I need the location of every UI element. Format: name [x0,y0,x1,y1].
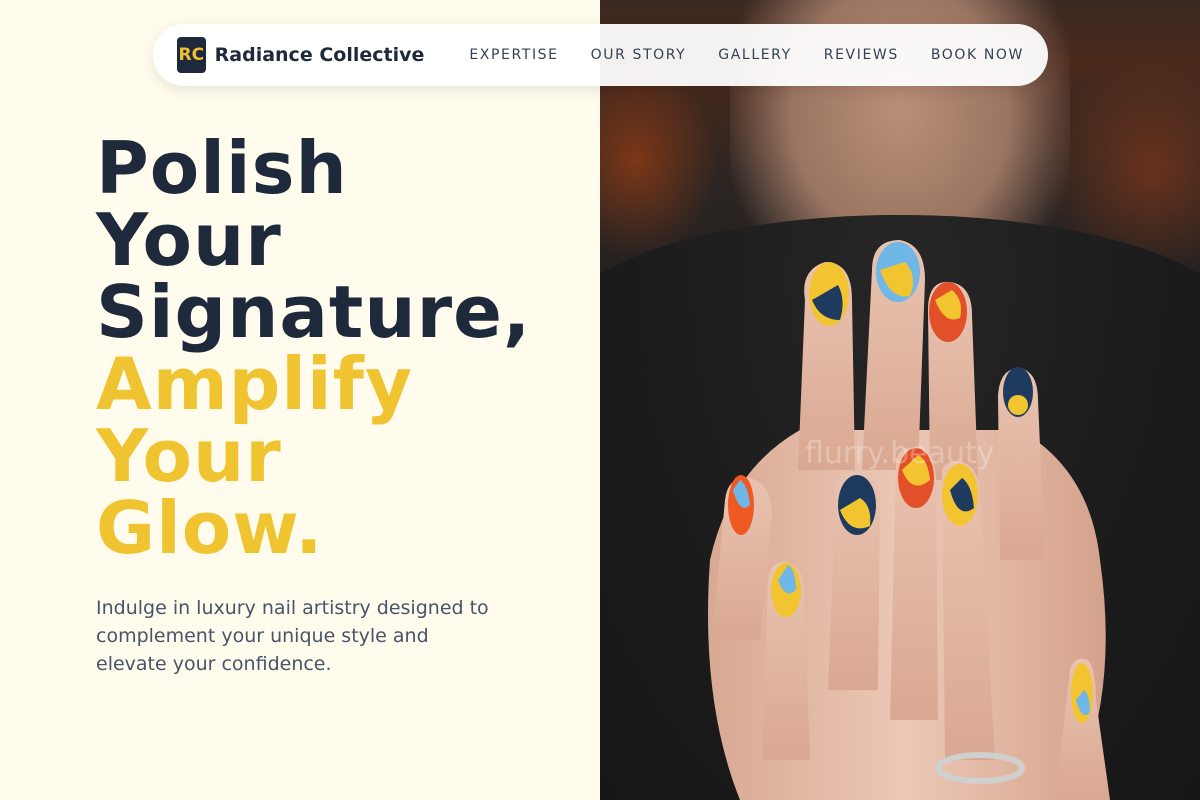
hero-section: Polish Your Signature, Amplify Your Glow… [96,132,576,678]
headline-line: Polish [96,126,348,210]
nav-link-reviews[interactable]: REVIEWS [824,47,899,63]
nav-link-book-now[interactable]: BOOK NOW [931,47,1024,63]
hero-headline: Polish Your Signature, Amplify Your Glow… [96,132,576,564]
nav-link-expertise[interactable]: EXPERTISE [469,47,558,63]
headline-line-accent: Your [96,414,282,498]
headline-line: Signature, [96,270,532,354]
brand-name[interactable]: Radiance Collective [215,44,425,66]
headline-line: Your [96,198,282,282]
hands-illustration [708,240,1110,800]
headline-line-accent: Glow. [96,486,324,570]
hero-subtext: Indulge in luxury nail artistry designed… [96,597,489,675]
logo-badge[interactable]: RC [177,37,206,73]
hero-photo-manicured-hands: flurry.beauty [600,0,1200,800]
nav-link-our-story[interactable]: OUR STORY [591,47,687,63]
headline-line-accent: Amplify [96,342,413,426]
nav-links: EXPERTISE OUR STORY GALLERY REVIEWS BOOK… [469,47,1024,63]
top-navigation-bar: RC Radiance Collective EXPERTISE OUR STO… [153,24,1048,86]
photo-watermark: flurry.beauty [805,436,995,471]
nav-link-gallery[interactable]: GALLERY [718,47,791,63]
nail-design [1008,395,1028,415]
